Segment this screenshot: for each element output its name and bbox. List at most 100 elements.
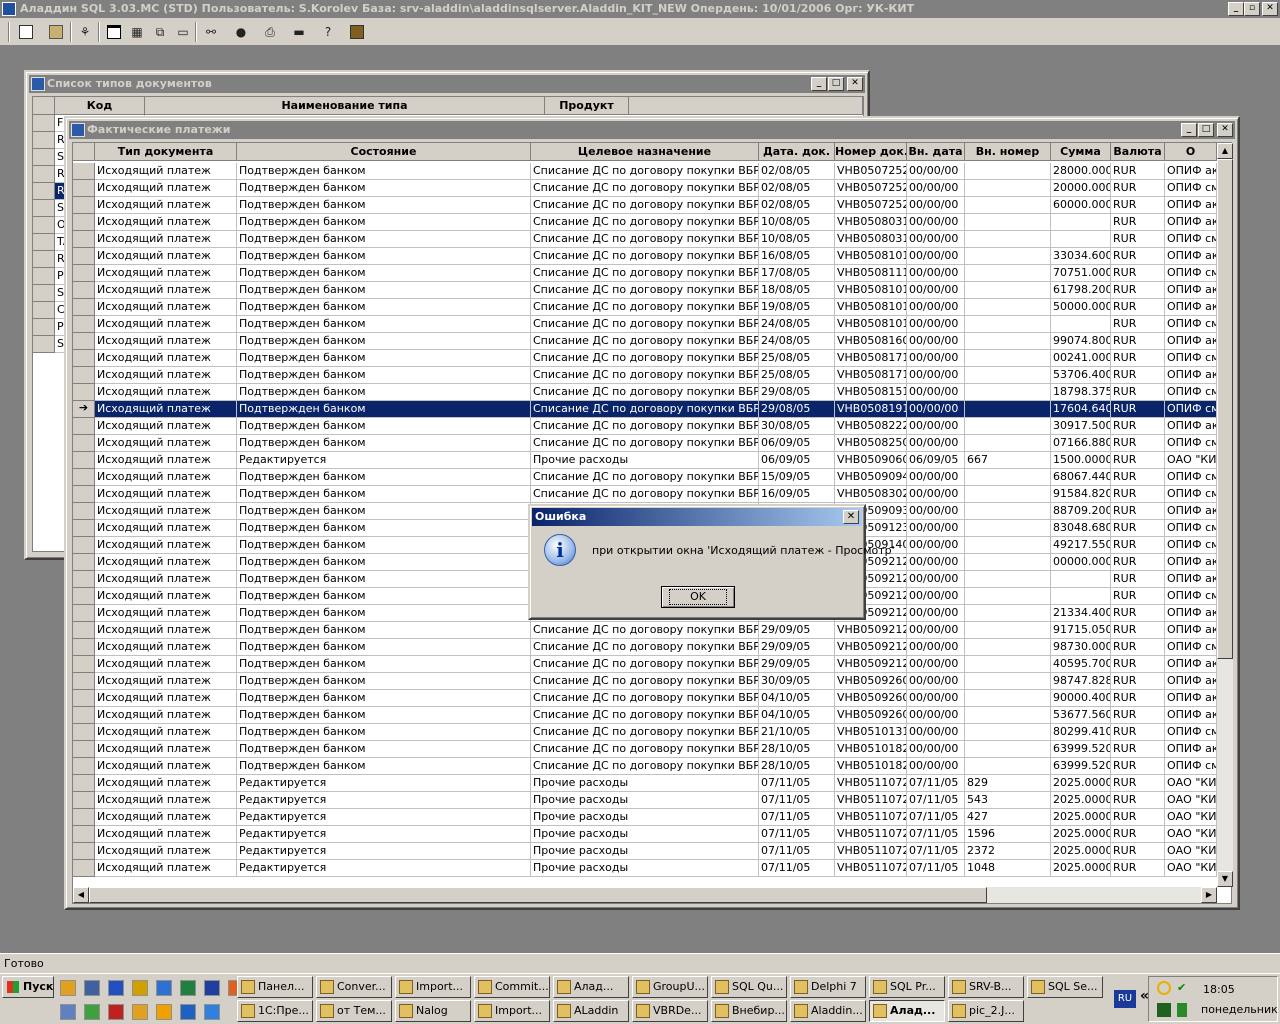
table-cell[interactable]: RUR [1111, 418, 1165, 435]
row-indicator[interactable] [73, 571, 95, 588]
table-cell[interactable] [965, 367, 1051, 384]
stamp-icon[interactable]: ● [230, 22, 252, 42]
table-cell[interactable]: RUR [1111, 180, 1165, 197]
export-icon[interactable]: ▬ [288, 22, 310, 42]
table-cell[interactable]: Списание ДС по договору покупки ВБР(РПС [531, 673, 759, 690]
clock-alarm-icon[interactable] [1157, 981, 1171, 995]
table-cell[interactable] [965, 758, 1051, 775]
column-header[interactable]: Номер док. [835, 143, 907, 161]
table-cell[interactable]: 07/11/05 [759, 775, 835, 792]
table-cell[interactable] [965, 554, 1051, 571]
table-cell[interactable]: 00/00/00 [907, 588, 965, 605]
close-button[interactable]: ✕ [1262, 2, 1278, 16]
table-cell[interactable]: ОПИФ ак [1165, 197, 1217, 214]
table-cell[interactable]: 00/00/00 [907, 367, 965, 384]
taskbar-button[interactable]: pic_2.J... [948, 1000, 1024, 1022]
table-cell[interactable]: 00/00/00 [907, 605, 965, 622]
table-cell[interactable]: 63999.5200 [1051, 741, 1111, 758]
table-cell[interactable]: Списание ДС по договору покупки ВБР(РПС [531, 333, 759, 350]
column-header[interactable]: Сумма [1051, 143, 1111, 161]
scroll-thumb[interactable] [89, 887, 987, 903]
table-cell[interactable]: Подтвержден банком [237, 690, 531, 707]
table-cell[interactable]: 06/09/05 [907, 452, 965, 469]
table-cell[interactable]: 24/08/05 [759, 316, 835, 333]
table-cell[interactable]: 543 [965, 792, 1051, 809]
table-cell[interactable] [965, 724, 1051, 741]
taskbar-button[interactable]: GroupU... [632, 976, 708, 998]
table-cell[interactable]: 91584.8200 [1051, 486, 1111, 503]
table-cell[interactable]: Исходящий платеж [95, 639, 237, 656]
table-cell[interactable]: Исходящий платеж [95, 435, 237, 452]
table-cell[interactable]: ОПИФ см [1165, 486, 1217, 503]
table-cell[interactable]: VHB05110722 [835, 775, 907, 792]
row-indicator[interactable] [73, 792, 95, 809]
table-cell[interactable]: Исходящий платеж [95, 333, 237, 350]
clock-time[interactable]: 18:05 [1203, 983, 1235, 996]
payments-close-button[interactable]: ✕ [1217, 123, 1233, 137]
table-cell[interactable]: 07166.8800 [1051, 435, 1111, 452]
print-icon[interactable]: ⎙ [259, 22, 281, 42]
payments-maximize-button[interactable]: □ [1198, 123, 1214, 137]
table-cell[interactable]: 21334.4000 [1051, 605, 1111, 622]
table-cell[interactable]: Списание ДС по договору покупки ВБР(РПС [531, 180, 759, 197]
column-header[interactable]: Целевое назначение [531, 143, 759, 161]
table-cell[interactable]: Списание ДС по договору покупки ВБР(РПС [531, 758, 759, 775]
table-cell[interactable]: ОПИФ см [1165, 469, 1217, 486]
table-cell[interactable] [965, 214, 1051, 231]
table-cell[interactable] [1051, 571, 1111, 588]
table-cell[interactable]: 10/08/05 [759, 231, 835, 248]
table-cell[interactable]: 2025.0000 [1051, 843, 1111, 860]
row-indicator[interactable] [73, 163, 95, 180]
table-cell[interactable]: Списание ДС по договору покупки ВБР(РПС [531, 435, 759, 452]
table-cell[interactable]: ОАО "КИТ [1165, 826, 1217, 843]
table-cell[interactable]: Исходящий платеж [95, 418, 237, 435]
table-cell[interactable]: VHB05081912 [835, 401, 907, 418]
table-cell[interactable]: 829 [965, 775, 1051, 792]
table-cell[interactable] [965, 639, 1051, 656]
table-cell[interactable]: ОАО "КИТ [1165, 843, 1217, 860]
table-cell[interactable]: Исходящий платеж [95, 741, 237, 758]
table-cell[interactable]: RUR [1111, 639, 1165, 656]
row-indicator[interactable] [33, 302, 55, 319]
table-cell[interactable]: Подтвержден банком [237, 741, 531, 758]
table-cell[interactable]: 00/00/00 [907, 350, 965, 367]
table-cell[interactable]: RUR [1111, 333, 1165, 350]
table-cell[interactable] [965, 469, 1051, 486]
dialog-close-button[interactable]: ✕ [843, 510, 859, 524]
app-icon[interactable] [108, 980, 124, 996]
table-cell[interactable]: 49217.5500 [1051, 537, 1111, 554]
table-cell[interactable]: 07/11/05 [759, 843, 835, 860]
table-cell[interactable]: ОПИФ ак [1165, 741, 1217, 758]
table-cell[interactable]: Списание ДС по договору покупки ВБР(РПС [531, 248, 759, 265]
taskbar-button[interactable]: Commit... [474, 976, 550, 998]
table-cell[interactable] [965, 741, 1051, 758]
doctype-close-button[interactable]: ✕ [847, 77, 863, 91]
table-cell[interactable]: Подтвержден банком [237, 673, 531, 690]
table-cell[interactable]: Исходящий платеж [95, 248, 237, 265]
row-indicator[interactable] [73, 809, 95, 826]
arrange-icon[interactable]: ▭ [172, 22, 194, 42]
column-header[interactable]: Валюта [1111, 143, 1165, 161]
table-cell[interactable]: Списание ДС по договору покупки ВБР(РПС [531, 265, 759, 282]
table-cell[interactable]: ОПИФ см [1165, 588, 1217, 605]
taskbar-button[interactable]: 1С:Пре... [237, 1000, 313, 1022]
table-cell[interactable]: VHB05092606 [835, 673, 907, 690]
table-cell[interactable]: 83048.6800 [1051, 520, 1111, 537]
table-cell[interactable] [965, 384, 1051, 401]
table-cell[interactable]: 40595.7000 [1051, 656, 1111, 673]
taskbar-button[interactable]: Панел... [237, 976, 313, 998]
taskbar-button[interactable]: SQL Pr... [869, 976, 945, 998]
table-cell[interactable] [965, 350, 1051, 367]
table-cell[interactable]: RUR [1111, 435, 1165, 452]
column-header[interactable]: Наименование типа [145, 97, 545, 115]
table-cell[interactable]: VHB05110723 [835, 792, 907, 809]
table-cell[interactable]: RUR [1111, 741, 1165, 758]
table-cell[interactable]: Подтвержден банком [237, 350, 531, 367]
table-cell[interactable]: Исходящий платеж [95, 554, 237, 571]
table-cell[interactable]: Подтвержден банком [237, 367, 531, 384]
table-cell[interactable]: 00/00/00 [907, 656, 965, 673]
table-cell[interactable]: ОПИФ ак [1165, 299, 1217, 316]
column-header[interactable]: Вн. номер [965, 143, 1051, 161]
table-cell[interactable]: ОПИФ см [1165, 180, 1217, 197]
table-cell[interactable]: Исходящий платеж [95, 860, 237, 877]
